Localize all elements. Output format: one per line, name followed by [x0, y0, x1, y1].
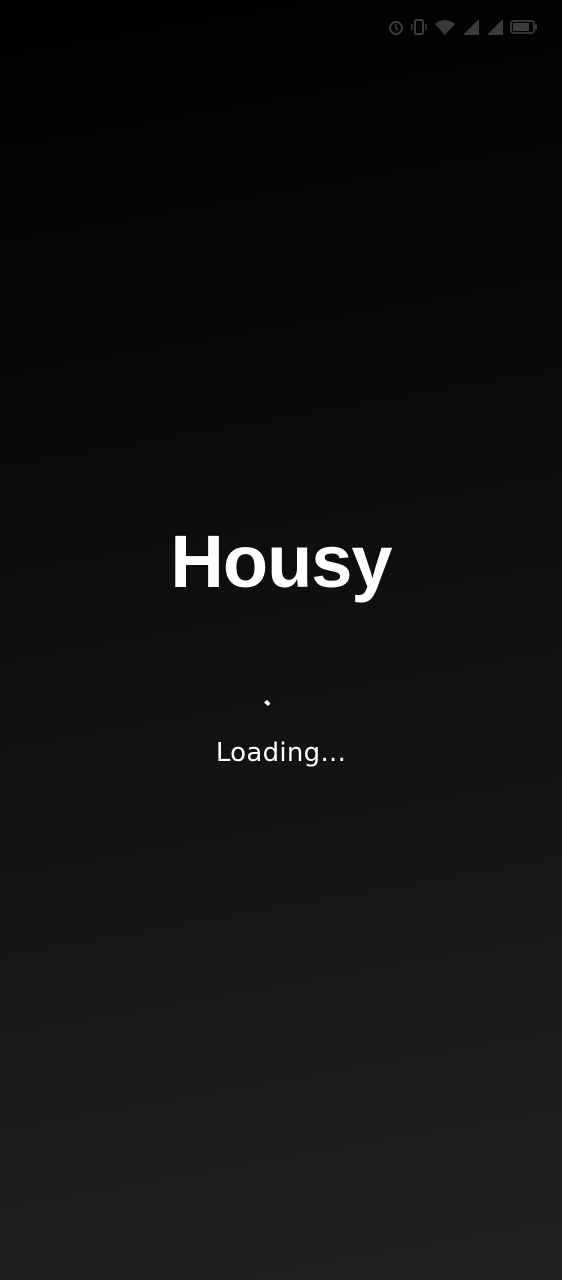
loading-spinner-icon	[264, 700, 271, 706]
alarm-icon	[388, 18, 404, 36]
vibrate-icon	[410, 18, 428, 36]
loading-label: Loading...	[215, 738, 347, 768]
app-title: Housy	[170, 520, 392, 603]
signal-icon	[462, 18, 480, 36]
status-bar	[0, 0, 562, 56]
status-icons	[388, 16, 538, 38]
wifi-icon	[434, 18, 456, 36]
battery-icon	[510, 19, 538, 35]
signal-icon	[486, 18, 504, 36]
